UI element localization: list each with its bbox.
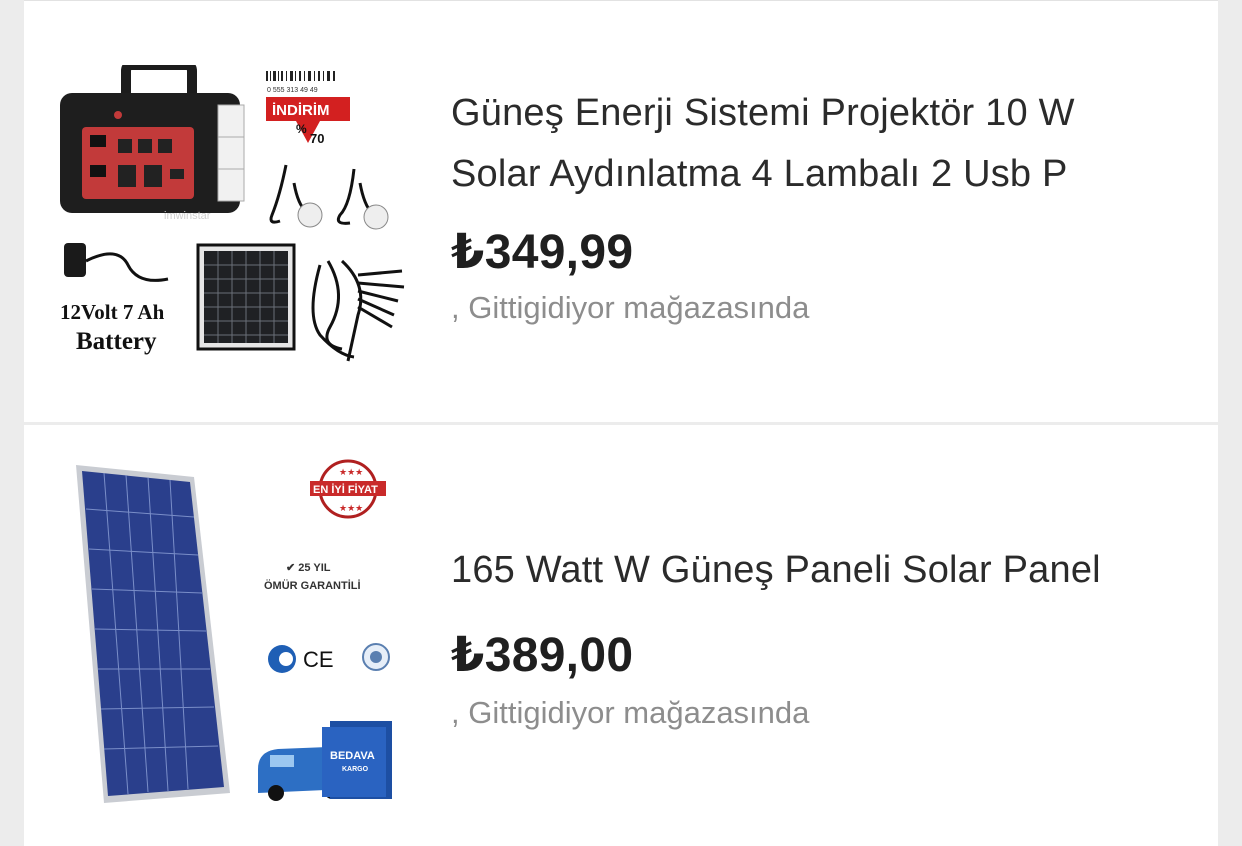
product-title-line2[interactable]: Solar Aydınlatma 4 Lambalı 2 Usb P bbox=[451, 153, 1068, 195]
svg-text:12Volt 7 Ah: 12Volt 7 Ah bbox=[60, 300, 165, 324]
svg-text:%: % bbox=[296, 122, 307, 136]
watermark-text: imwinstar bbox=[164, 210, 211, 222]
svg-text:★★★: ★★★ bbox=[339, 467, 363, 477]
product-info: Güneş Enerji Sistemi Projektör 10 W Sola… bbox=[451, 83, 1178, 326]
svg-text:BEDAVA: BEDAVA bbox=[330, 750, 375, 762]
product-image-solar-kit[interactable]: imwinstar 0 555 313 49 49 İNDİRİM % 70 1… bbox=[58, 65, 410, 365]
warranty-text: ÖMÜR GARANTİLİ bbox=[264, 579, 361, 592]
product-price: ₺389,00 bbox=[451, 629, 634, 682]
product-title-line1[interactable]: Güneş Enerji Sistemi Projektör 10 W bbox=[451, 92, 1075, 134]
product-info: 165 Watt W Güneş Paneli Solar Panel ₺389… bbox=[451, 540, 1178, 731]
product-price: ₺349,99 bbox=[451, 226, 634, 279]
seller-text: , Gittigidiyor mağazasında bbox=[451, 695, 810, 730]
svg-text:0 555 313 49 49: 0 555 313 49 49 bbox=[267, 87, 318, 94]
solar-panel-icon bbox=[196, 243, 296, 351]
seller-text: , Gittigidiyor mağazasında bbox=[451, 290, 810, 325]
svg-text:70: 70 bbox=[310, 131, 324, 146]
product-card-solar-panel[interactable]: EN İYİ FİYAT ★★★ ★★★ ✔ 25 YIL ÖMÜR GARAN… bbox=[24, 425, 1218, 846]
product-image-solar-panel[interactable]: EN İYİ FİYAT ★★★ ★★★ ✔ 25 YIL ÖMÜR GARAN… bbox=[58, 459, 410, 809]
svg-text:★★★: ★★★ bbox=[339, 503, 363, 513]
svg-text:KARGO: KARGO bbox=[342, 766, 369, 773]
product-title[interactable]: 165 Watt W Güneş Paneli Solar Panel bbox=[451, 540, 1178, 601]
svg-text:Battery: Battery bbox=[76, 328, 157, 355]
svg-text:EN İYİ FİYAT: EN İYİ FİYAT bbox=[313, 483, 378, 496]
warranty-text: ✔ 25 YIL bbox=[286, 562, 331, 574]
ce-mark: CE bbox=[303, 647, 334, 672]
product-title[interactable]: Güneş Enerji Sistemi Projektör 10 W Sola… bbox=[451, 83, 1178, 205]
product-card-solar-kit[interactable]: imwinstar 0 555 313 49 49 İNDİRİM % 70 1… bbox=[24, 0, 1218, 422]
product-list: imwinstar 0 555 313 49 49 İNDİRİM % 70 1… bbox=[24, 0, 1218, 846]
svg-text:İNDİRİM: İNDİRİM bbox=[272, 102, 330, 119]
certification-icon: CE bbox=[268, 643, 390, 673]
